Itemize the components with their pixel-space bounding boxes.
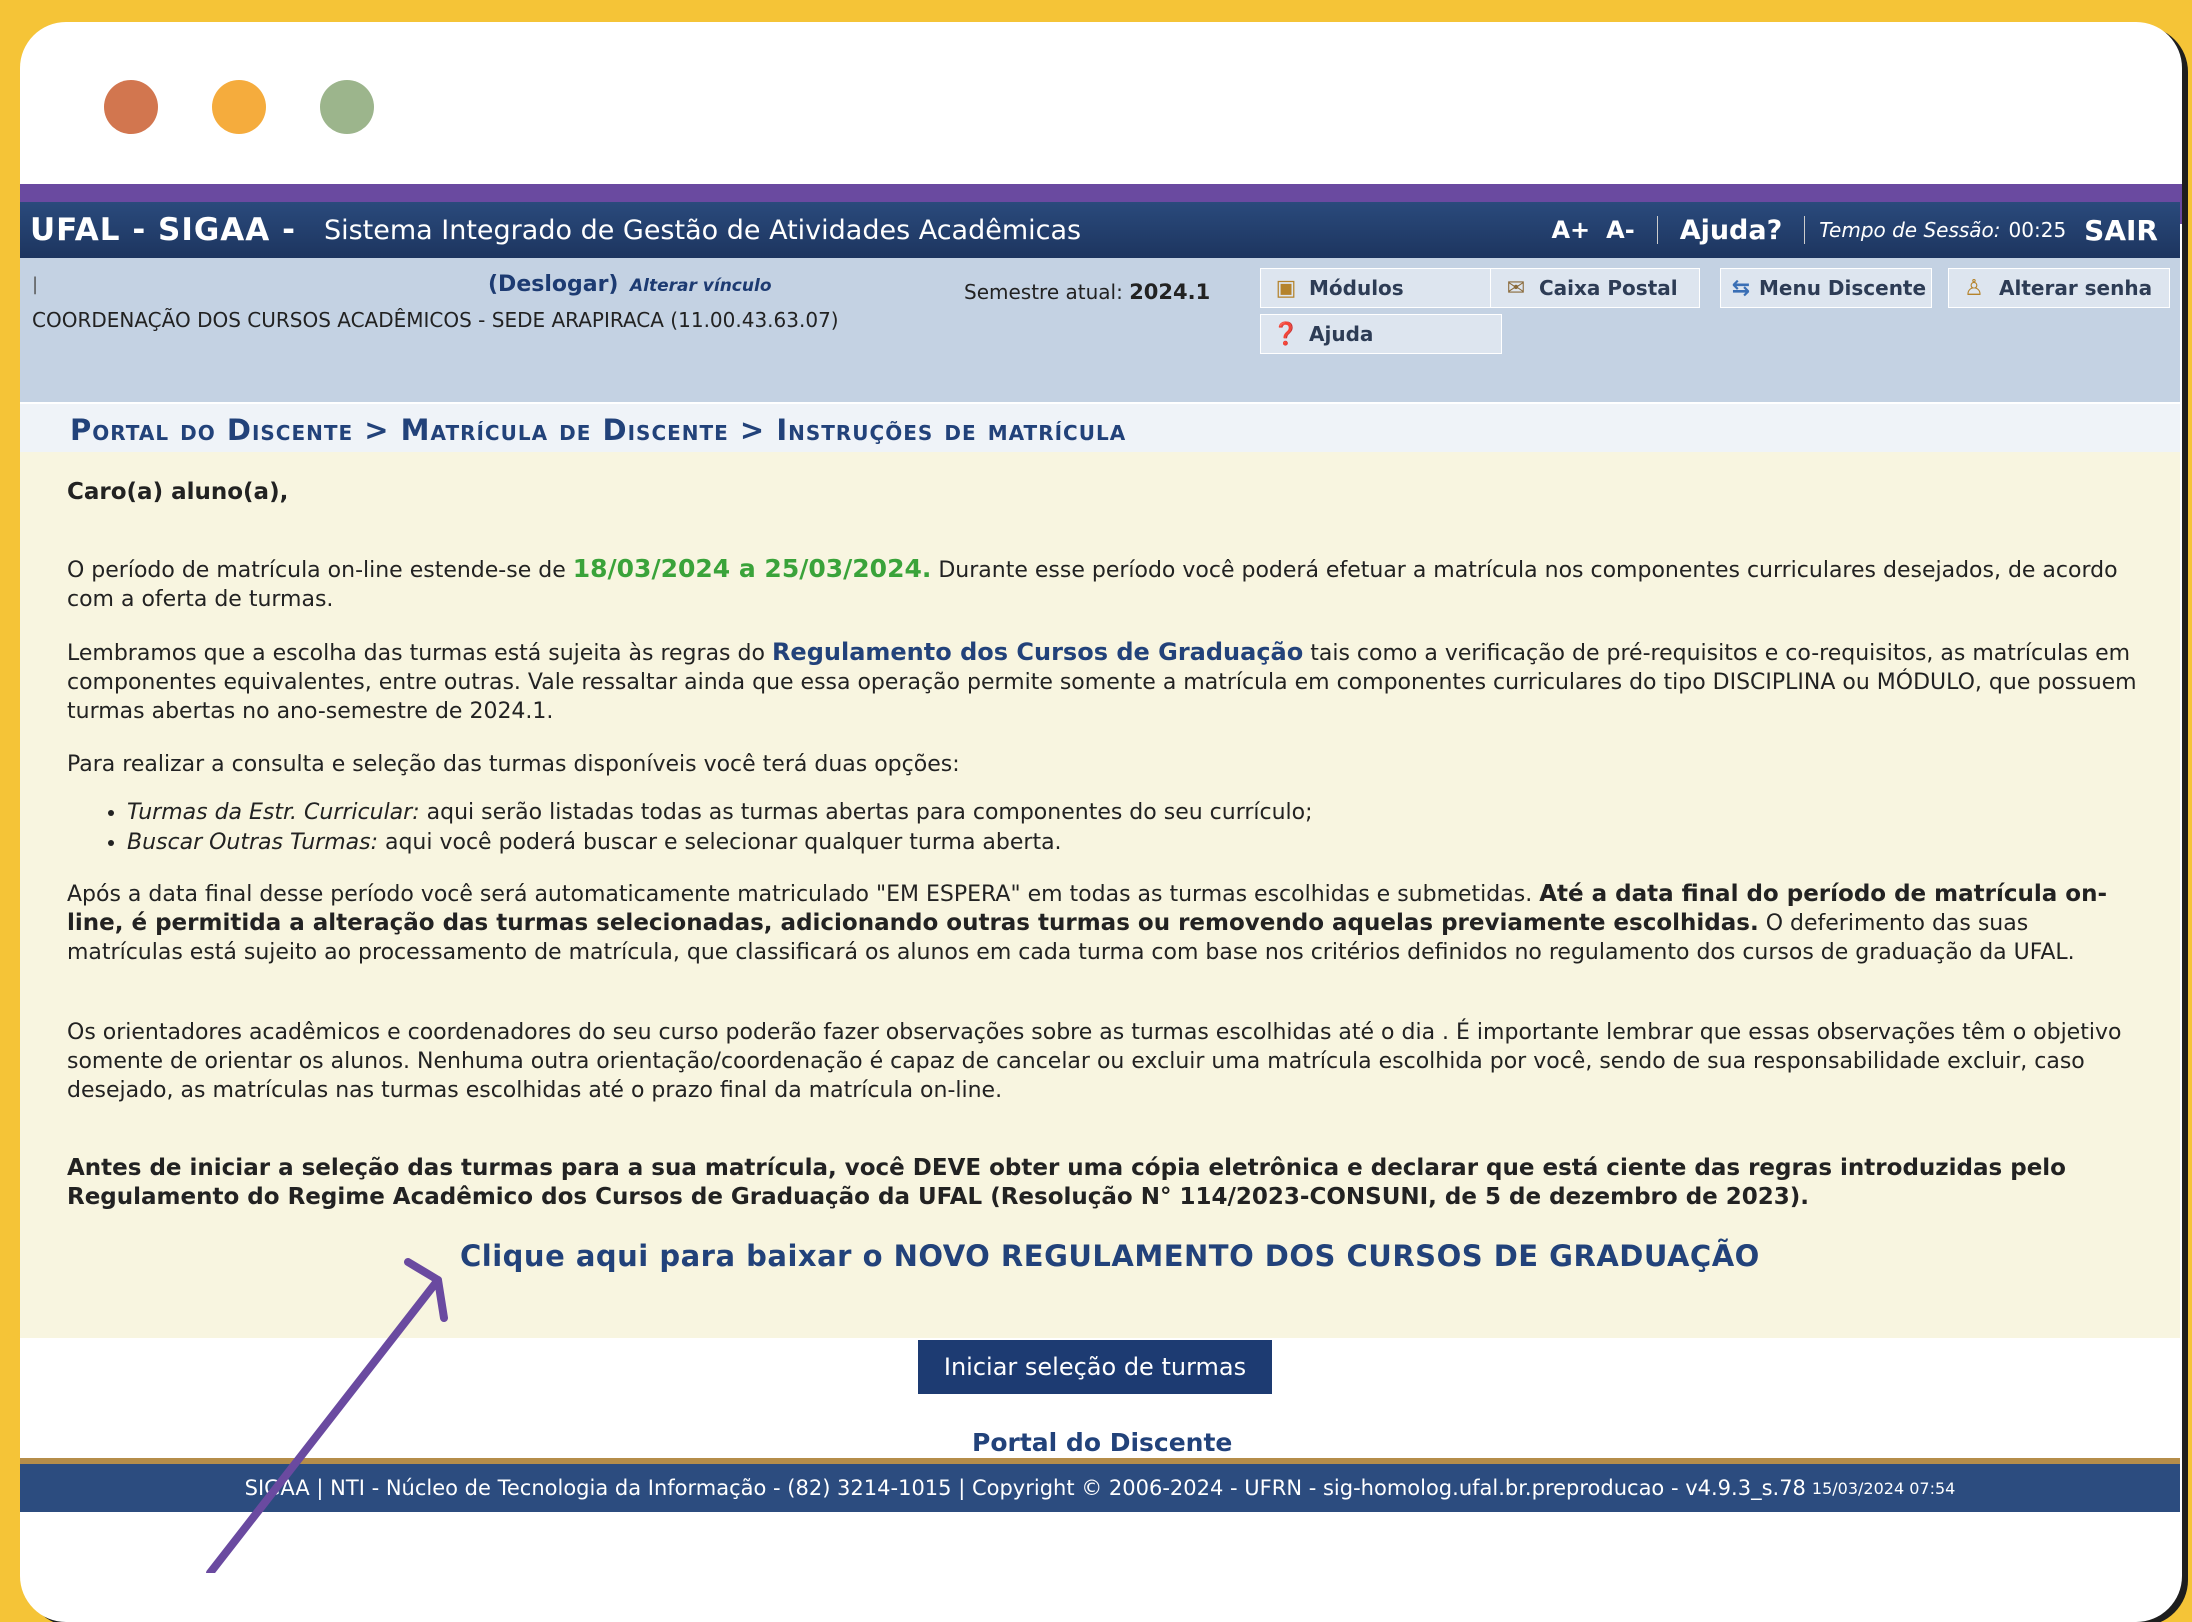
- annotation-arrow: [206, 1258, 448, 1573]
- arrow-shaft: [206, 1276, 442, 1573]
